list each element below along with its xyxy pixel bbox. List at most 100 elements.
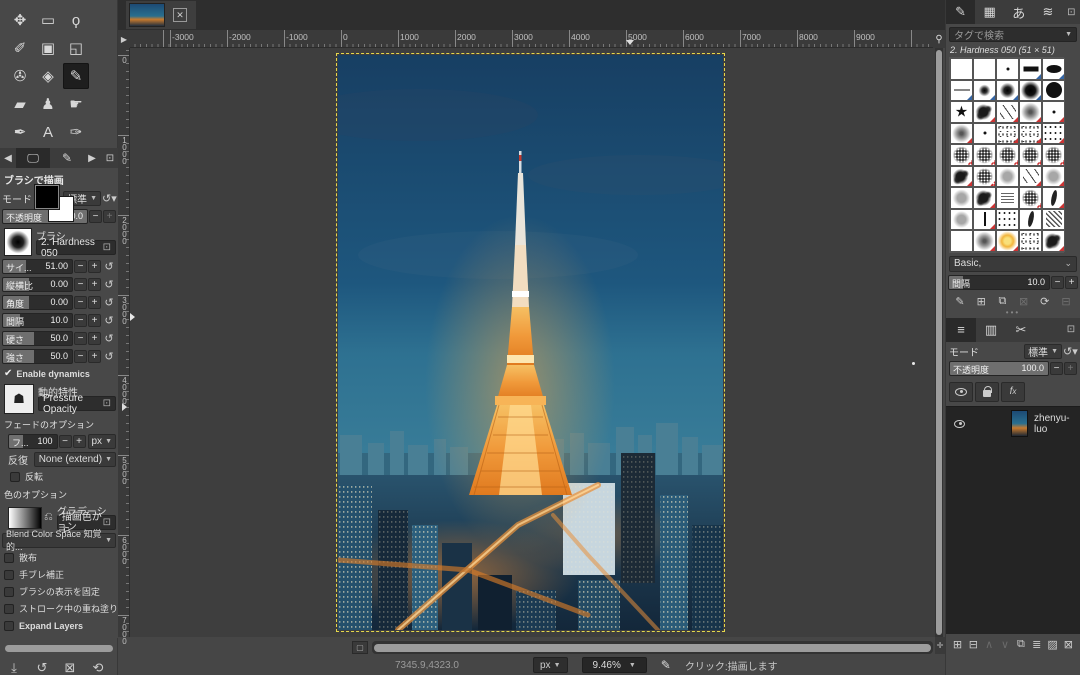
brush-item-12[interactable] (996, 101, 1019, 123)
brush-item-17[interactable] (996, 123, 1019, 145)
zoom-corner-icon[interactable]: ⚲ (933, 30, 945, 48)
brush-item-31[interactable] (973, 187, 996, 209)
brush-item-35[interactable] (950, 209, 973, 231)
brush-item-11[interactable] (973, 101, 996, 123)
layer-opacity-plus-button[interactable]: + (1064, 362, 1077, 375)
slider-plus-button[interactable]: + (88, 314, 101, 327)
layer-mode-switch-icon[interactable]: ↺▾ (1063, 345, 1077, 358)
channels-tab[interactable]: ▥ (976, 318, 1006, 342)
paths-tab[interactable]: ✂ (1006, 318, 1036, 342)
brush-item-42[interactable] (996, 230, 1019, 252)
patterns-tab[interactable]: ▦ (975, 0, 1004, 24)
raise-layer-button[interactable]: ∧ (982, 637, 997, 652)
brush-group-dropdown[interactable]: Basic, ⌄ (949, 256, 1077, 272)
brush-picker-icon[interactable]: ⊡ (103, 242, 111, 253)
brush-item-5[interactable] (950, 80, 973, 102)
checkbox[interactable] (4, 553, 14, 563)
slider-reset-icon[interactable]: ↺ (102, 296, 116, 309)
bucket-fill-tool-button[interactable]: ◈ (35, 63, 61, 89)
horizontal-ruler[interactable]: -3000-2000-10000100020003000400050006000… (130, 30, 935, 48)
delete-brush-button[interactable]: ⊠ (1016, 294, 1032, 309)
brush-name-field[interactable]: 2. Hardness 050 ⊡ (36, 240, 116, 255)
brush-slider[interactable]: 硬さ50.0 (2, 331, 73, 346)
brush-item-19[interactable] (1042, 123, 1065, 145)
slider-minus-button[interactable]: − (74, 260, 87, 273)
brush-item-4[interactable] (1042, 58, 1065, 80)
dock-prev-icon[interactable]: ◀ (0, 153, 16, 164)
brush-item-10[interactable] (950, 101, 973, 123)
slider-reset-icon[interactable]: ↺ (102, 278, 116, 291)
slider-plus-button[interactable]: + (88, 332, 101, 345)
tool-options-scrollbar[interactable] (5, 645, 113, 652)
slider-reset-icon[interactable]: ↺ (102, 332, 116, 345)
image-layer[interactable] (338, 55, 723, 630)
brush-slider[interactable]: サイ...51.00 (2, 259, 73, 274)
layer-visibility-icon[interactable] (954, 420, 965, 428)
brush-item-14[interactable] (1042, 101, 1065, 123)
reverse-row[interactable]: 反転 (0, 468, 118, 485)
enable-dynamics-row[interactable]: ✔ Enable dynamics (0, 365, 118, 382)
brush-item-7[interactable] (996, 80, 1019, 102)
mask-layer-button[interactable]: ▨ (1045, 637, 1060, 652)
zoom-dropdown[interactable]: 9.46%▼ (582, 657, 647, 673)
brush-item-25[interactable] (950, 166, 973, 188)
repeat-dropdown[interactable]: None (extend)▼ (34, 452, 116, 467)
slider-plus-button[interactable]: + (88, 278, 101, 291)
dynamics-field[interactable]: Pressure Opacity ⊡ (38, 396, 116, 411)
brush-item-29[interactable] (1042, 166, 1065, 188)
dynamics-picker-icon[interactable]: ⊡ (103, 398, 111, 409)
reverse-checkbox[interactable] (10, 472, 20, 482)
brush-item-0[interactable] (950, 58, 973, 80)
duplicate-brush-button[interactable]: ⧉ (994, 294, 1010, 309)
eraser-tool-button[interactable]: ▰ (7, 91, 33, 117)
tab-device-status[interactable]: ✎ (50, 148, 84, 168)
vertical-ruler[interactable]: 01000200030004000500060007000 (118, 48, 130, 637)
layer-opacity-minus-button[interactable]: − (1050, 362, 1063, 375)
lock-pixels-button[interactable] (949, 382, 973, 402)
free-select-tool-button[interactable]: ϙ (63, 7, 89, 33)
new-group-button[interactable]: ⊟ (966, 637, 981, 652)
layer-mode-dropdown[interactable]: 標準▼ (1024, 344, 1062, 359)
fade-plus-button[interactable]: + (73, 435, 86, 448)
quick-mask-toggle[interactable]: ▢ (352, 641, 368, 654)
open-as-image-button[interactable]: ⊟ (1058, 294, 1074, 309)
tab-tool-options[interactable]: 🖵 (16, 148, 50, 168)
slider-plus-button[interactable]: + (88, 296, 101, 309)
brush-item-39[interactable] (1042, 209, 1065, 231)
slider-minus-button[interactable]: − (74, 332, 87, 345)
brush-slider[interactable]: 強さ50.0 (2, 349, 73, 364)
brush-item-21[interactable] (973, 144, 996, 166)
option-checkbox-row-2[interactable]: ブラシの表示を固定 (0, 583, 118, 600)
brush-item-26[interactable] (973, 166, 996, 188)
opacity-minus-button[interactable]: − (89, 210, 102, 223)
brush-item-34[interactable] (1042, 187, 1065, 209)
brush-item-1[interactable] (973, 58, 996, 80)
save-preset-button[interactable]: ⤓ (3, 659, 25, 675)
brush-slider[interactable]: 縦横比0.00 (2, 277, 73, 292)
smudge-tool-button[interactable]: ☛ (63, 91, 89, 117)
horizontal-scrollbar[interactable] (372, 641, 933, 654)
paths-tool-button[interactable]: ✒ (7, 119, 33, 145)
lower-layer-button[interactable]: ∨ (998, 637, 1013, 652)
gradients-tab[interactable]: ≋ (1033, 0, 1062, 24)
brush-item-23[interactable] (1019, 144, 1042, 166)
alignment-tool-button[interactable]: ✐ (7, 35, 33, 61)
gradient-thumbnail[interactable] (8, 507, 42, 529)
dynamics-thumbnail[interactable]: ☗ (4, 384, 34, 414)
brush-spacing-slider[interactable]: 間隔 10.0 (948, 275, 1050, 290)
image-tab[interactable]: ✕ (126, 1, 196, 29)
duplicate-layer-button[interactable]: ⧉ (1013, 637, 1028, 652)
handle-transform-tool-button[interactable]: ✇ (7, 63, 33, 89)
lock-alpha-button[interactable]: fx (1001, 382, 1025, 402)
brush-slider[interactable]: 間隔10.0 (2, 313, 73, 328)
brush-item-9[interactable] (1042, 80, 1065, 102)
brush-item-37[interactable] (996, 209, 1019, 231)
dock-menu-icon[interactable]: ⊡ (1062, 324, 1080, 335)
brush-item-15[interactable] (950, 123, 973, 145)
navigation-button[interactable]: ✛ (935, 637, 945, 654)
mode-reset-icon[interactable]: ↺▾ (102, 192, 116, 205)
delete-layer-button[interactable]: ⊠ (1061, 637, 1076, 652)
refresh-brushes-button[interactable]: ⟳ (1037, 294, 1053, 309)
brush-item-3[interactable] (1019, 58, 1042, 80)
slider-minus-button[interactable]: − (74, 350, 87, 363)
